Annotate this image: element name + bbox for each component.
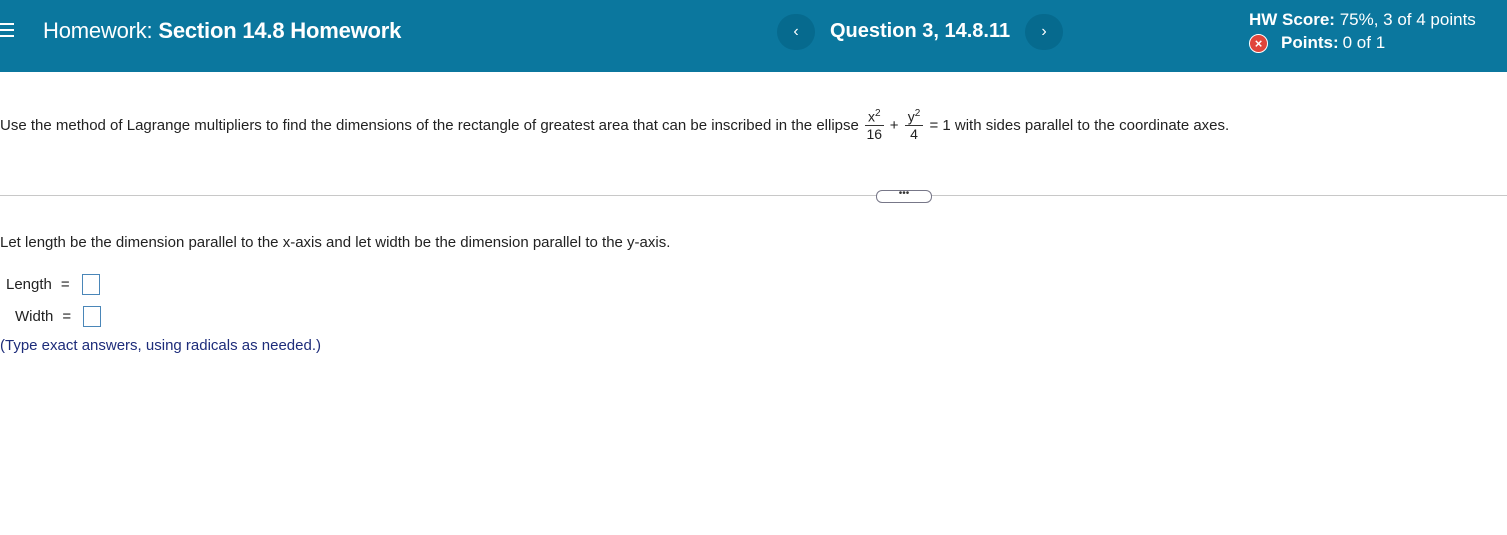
homework-name: Section 14.8 Homework — [158, 18, 402, 43]
length-row: Length = — [6, 274, 100, 295]
menu-icon[interactable] — [0, 23, 14, 39]
points-value: 0 of 1 — [1342, 33, 1386, 52]
fraction-x-squared-over-16: x2 16 — [865, 106, 884, 142]
width-row: Width = — [15, 306, 102, 327]
length-answer-input[interactable] — [81, 274, 100, 295]
width-answer-input[interactable] — [83, 306, 102, 327]
top-bar: Homework: Section 14.8 Homework ‹ Questi… — [0, 0, 1507, 72]
answer-instruction: Let length be the dimension parallel to … — [0, 234, 671, 251]
fraction-y-squared-over-4: y2 4 — [904, 106, 924, 142]
width-label: Width — [15, 308, 54, 325]
frac1-den: 16 — [866, 125, 883, 142]
problem-text-before: Use the method of Lagrange multipliers t… — [0, 116, 859, 134]
homework-title: Homework: Section 14.8 Homework — [43, 18, 401, 44]
hw-score-label: HW Score: — [1249, 10, 1335, 29]
frac2-den: 4 — [910, 125, 918, 142]
width-equals: = — [62, 308, 72, 325]
length-equals: = — [60, 276, 70, 293]
next-question-button[interactable]: › — [1025, 14, 1063, 50]
homework-label: Homework: — [43, 18, 153, 43]
problem-statement: Use the method of Lagrange multipliers t… — [0, 108, 1229, 144]
previous-question-button[interactable]: ‹ — [777, 14, 815, 50]
points: × Points: 0 of 1 — [1249, 33, 1385, 53]
more-options-button[interactable]: ••• — [876, 189, 932, 203]
plus-sign: + — [889, 116, 899, 134]
length-label: Length — [6, 276, 52, 293]
hw-score-value: 75%, 3 of 4 points — [1339, 10, 1476, 29]
x-circle-icon: × — [1249, 33, 1268, 53]
answer-hint: (Type exact answers, using radicals as n… — [0, 337, 321, 354]
frac1-num-base: x — [868, 108, 876, 125]
frac2-num-base: y — [907, 108, 915, 125]
hw-score: HW Score: 75%, 3 of 4 points — [1249, 10, 1476, 30]
section-divider — [0, 195, 1507, 196]
points-label: Points: — [1281, 33, 1339, 52]
question-title: Question 3, 14.8.11 — [830, 20, 1011, 42]
frac1-num-exp: 2 — [875, 108, 881, 119]
problem-text-after: = 1 with sides parallel to the coordinat… — [929, 116, 1230, 134]
frac2-num-exp: 2 — [914, 108, 921, 119]
